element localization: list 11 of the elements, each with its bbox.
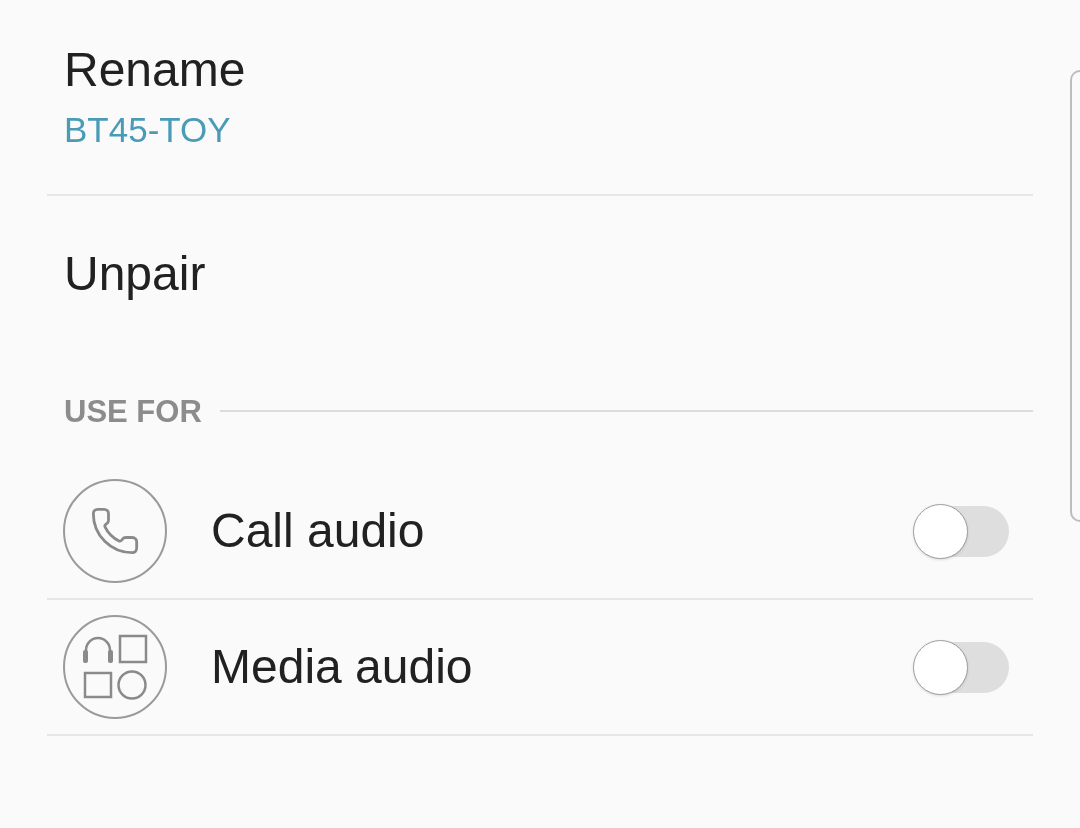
edge-panel-handle[interactable] — [1070, 70, 1080, 522]
toggle-switch[interactable] — [913, 503, 1009, 559]
profile-label: Call audio — [211, 503, 426, 559]
toggle-switch[interactable] — [913, 639, 1009, 695]
section-header: USE FOR — [64, 394, 202, 430]
item-value: BT45-TOY — [64, 110, 231, 150]
headphones-shapes-icon — [63, 615, 167, 719]
item-title[interactable]: Rename — [64, 42, 246, 98]
item-title[interactable]: Unpair — [64, 246, 206, 302]
profile-label: Media audio — [211, 639, 474, 695]
phone-icon — [63, 479, 167, 583]
